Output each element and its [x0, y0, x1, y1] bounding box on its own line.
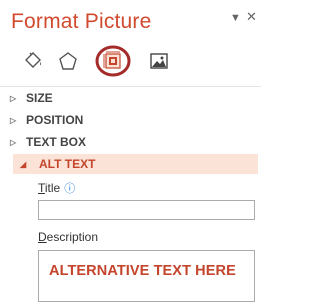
tab-effects[interactable]	[55, 48, 81, 74]
section-label: POSITION	[26, 113, 84, 127]
pane-title: Format Picture	[11, 10, 152, 33]
expand-icon: ▷	[10, 137, 17, 147]
description-value: ALTERNATIVE TEXT HERE	[49, 263, 236, 279]
section-label: TEXT BOX	[26, 135, 87, 149]
title-label: Title ⓘ	[38, 180, 75, 196]
tab-separator	[0, 86, 261, 87]
tab-bar	[0, 45, 261, 80]
title-label-text: itle	[44, 181, 61, 195]
section-label: SIZE	[26, 91, 53, 105]
description-label-text: escription	[46, 230, 99, 244]
tab-size-properties[interactable]	[95, 45, 131, 77]
info-icon[interactable]: ⓘ	[64, 183, 75, 195]
description-textarea[interactable]: ALTERNATIVE TEXT HERE	[38, 250, 255, 302]
effects-icon	[59, 52, 77, 70]
section-alt-text[interactable]: ◢ ALT TEXT	[13, 154, 258, 174]
fill-line-icon	[25, 52, 41, 68]
tab-picture[interactable]	[146, 48, 172, 74]
format-picture-pane: Format Picture ▼ ✕ ▷ SIZE ▷ POSITION ▷ T…	[0, 0, 261, 302]
section-label: ALT TEXT	[39, 157, 96, 171]
expand-icon: ▷	[10, 93, 17, 103]
pane-options-icon[interactable]: ▼	[230, 12, 241, 24]
section-position[interactable]: ▷ POSITION	[10, 110, 250, 130]
size-properties-icon	[95, 45, 131, 77]
collapse-icon: ◢	[20, 159, 27, 169]
description-label: Description	[38, 230, 98, 244]
title-label-accelerator: T	[38, 181, 45, 195]
description-label-accelerator: D	[38, 230, 47, 244]
close-icon[interactable]: ✕	[246, 9, 257, 25]
picture-icon	[150, 53, 168, 69]
expand-icon: ▷	[10, 115, 17, 125]
section-size[interactable]: ▷ SIZE	[10, 88, 250, 108]
section-text-box[interactable]: ▷ TEXT BOX	[10, 132, 250, 152]
title-input[interactable]	[38, 200, 255, 220]
tab-fill-line[interactable]	[20, 48, 46, 74]
